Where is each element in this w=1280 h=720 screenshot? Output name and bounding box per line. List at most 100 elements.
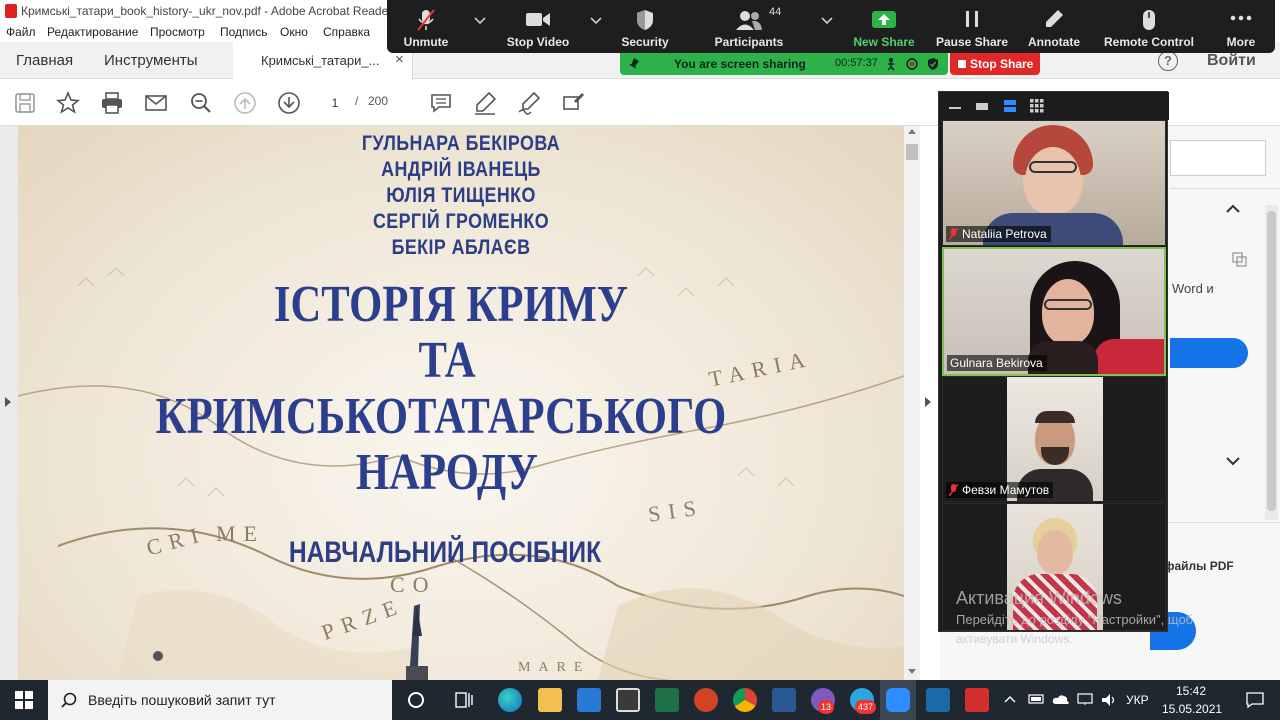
- menu-view[interactable]: Просмотр: [150, 25, 205, 39]
- screen: Кримські_татари_book_history-_ukr_nov.pd…: [0, 0, 1280, 720]
- tab-document[interactable]: Кримські_татари_... ×: [233, 42, 413, 80]
- excel-icon[interactable]: [655, 688, 679, 712]
- scroll-up-icon[interactable]: [908, 128, 916, 136]
- network-icon[interactable]: [1076, 692, 1094, 706]
- annotate-button[interactable]: Annotate: [1015, 0, 1093, 53]
- menu-sign[interactable]: Подпись: [220, 25, 268, 39]
- volume-icon[interactable]: [1100, 692, 1118, 708]
- taskbar-search-box[interactable]: Введіть пошуковий запит тут: [48, 680, 392, 720]
- acrobat-taskbar-icon[interactable]: [965, 688, 989, 712]
- notifications-icon[interactable]: [1246, 692, 1264, 708]
- stop-video-button[interactable]: Stop Video: [499, 0, 577, 53]
- next-page-icon[interactable]: [276, 90, 302, 116]
- menu-edit[interactable]: Редактирование: [47, 25, 138, 39]
- panel-scrollbar-thumb[interactable]: [1267, 211, 1276, 511]
- pause-icon: [966, 11, 978, 27]
- save-icon[interactable]: [12, 90, 38, 116]
- strip-view-icon[interactable]: [1003, 99, 1017, 113]
- window-title: Кримські_татари_book_history-_ukr_nov.pd…: [21, 4, 393, 18]
- chevron-up-icon[interactable]: [1004, 694, 1016, 704]
- pin-icon[interactable]: [628, 57, 640, 71]
- participant-video-tile[interactable]: Nataliia Petrova: [942, 120, 1166, 246]
- remote-control-button[interactable]: Remote Control: [1103, 0, 1195, 53]
- participant-face: [1042, 279, 1094, 345]
- zoom-icon[interactable]: [886, 688, 910, 712]
- panel-scrollbar[interactable]: [1265, 205, 1278, 520]
- cortana-icon[interactable]: [406, 690, 426, 710]
- edge-icon[interactable]: [498, 688, 522, 712]
- chevron-down-icon[interactable]: [821, 17, 833, 25]
- zoom-out-icon[interactable]: [188, 90, 214, 116]
- help-icon[interactable]: ?: [1158, 51, 1178, 71]
- security-button[interactable]: Security: [605, 0, 685, 53]
- email-icon[interactable]: [143, 90, 169, 116]
- glasses: [1044, 299, 1092, 310]
- security-shield-icon: [928, 58, 938, 70]
- bookmark-star-icon[interactable]: [55, 90, 81, 116]
- pause-share-button[interactable]: Pause Share: [933, 0, 1011, 53]
- powerpoint-icon[interactable]: [694, 688, 718, 712]
- previous-page-icon[interactable]: [232, 90, 258, 116]
- stop-square-icon: [958, 60, 966, 68]
- language-indicator[interactable]: УКР: [1126, 693, 1149, 707]
- participant-hair: [1035, 411, 1075, 423]
- participant-video-tile[interactable]: Февзи Мамутов: [942, 376, 1166, 502]
- tab-home[interactable]: Главная: [16, 52, 73, 69]
- participant-video-tile-active[interactable]: Gulnara Bekirova: [942, 247, 1166, 376]
- stamp-edit-icon[interactable]: [560, 90, 586, 116]
- participants-label: Participants: [714, 35, 784, 49]
- sign-in-link[interactable]: Войти: [1207, 52, 1256, 70]
- pause-share-label: Pause Share: [935, 35, 1009, 49]
- mail-icon[interactable]: [577, 688, 601, 712]
- participants-button[interactable]: 44 Participants: [705, 0, 793, 53]
- scroll-down-icon[interactable]: [908, 668, 916, 676]
- stop-share-button[interactable]: Stop Share: [950, 53, 1040, 75]
- mic-muted-icon: [949, 228, 958, 240]
- menu-window[interactable]: Окно: [280, 25, 308, 39]
- fill-sign-icon[interactable]: [516, 90, 542, 116]
- chrome-icon[interactable]: [733, 688, 757, 712]
- copy-icon[interactable]: [1232, 252, 1248, 268]
- participant-clothing: [1094, 339, 1164, 374]
- store-icon[interactable]: [616, 688, 640, 712]
- speaker-view-icon[interactable]: [975, 100, 989, 112]
- left-panel-arrow-icon[interactable]: [4, 396, 12, 408]
- page-number-input[interactable]: 1: [318, 92, 352, 114]
- cloud-icon[interactable]: [1052, 693, 1070, 705]
- tools-search-input[interactable]: [1170, 140, 1266, 176]
- minimize-icon[interactable]: [949, 104, 961, 110]
- chevron-down-icon[interactable]: [1226, 456, 1240, 466]
- document-scrollbar[interactable]: [904, 126, 920, 680]
- scrollbar-thumb[interactable]: [906, 144, 918, 160]
- panel-divider: [1150, 522, 1280, 523]
- chevron-down-icon[interactable]: [590, 17, 602, 25]
- word-icon[interactable]: [772, 688, 796, 712]
- task-view-icon[interactable]: [454, 690, 474, 710]
- clock-time[interactable]: 15:42: [1176, 684, 1206, 698]
- mic-muted-icon: [949, 484, 958, 496]
- photos-icon[interactable]: [926, 688, 950, 712]
- file-explorer-icon[interactable]: [538, 688, 562, 712]
- convert-button[interactable]: [1170, 338, 1248, 368]
- export-pdf-word-text: Word и: [1172, 281, 1214, 296]
- new-share-button[interactable]: New Share: [845, 0, 923, 53]
- participants-icon: [736, 11, 762, 30]
- clock-date[interactable]: 15.05.2021: [1162, 702, 1222, 716]
- grid-view-icon[interactable]: [1030, 99, 1044, 113]
- start-button[interactable]: [0, 680, 48, 720]
- chevron-up-icon[interactable]: [1226, 204, 1240, 214]
- tab-tools[interactable]: Инструменты: [104, 52, 198, 69]
- print-icon[interactable]: [99, 90, 125, 116]
- right-panel-toggle-icon[interactable]: [924, 396, 932, 408]
- chevron-down-icon[interactable]: [474, 17, 486, 25]
- screen-sharing-bar[interactable]: You are screen sharing 00:57:37: [620, 53, 948, 75]
- more-button[interactable]: More: [1211, 0, 1271, 53]
- tab-close-icon[interactable]: ×: [395, 51, 404, 68]
- book-author: БЕКІР АБЛАЄВ: [391, 236, 531, 259]
- menu-file[interactable]: Файл: [6, 25, 36, 39]
- unmute-button[interactable]: Unmute: [387, 0, 465, 53]
- comment-icon[interactable]: [428, 90, 454, 116]
- battery-icon[interactable]: [1028, 693, 1046, 705]
- menu-help[interactable]: Справка: [323, 25, 370, 39]
- highlight-pen-icon[interactable]: [472, 90, 498, 116]
